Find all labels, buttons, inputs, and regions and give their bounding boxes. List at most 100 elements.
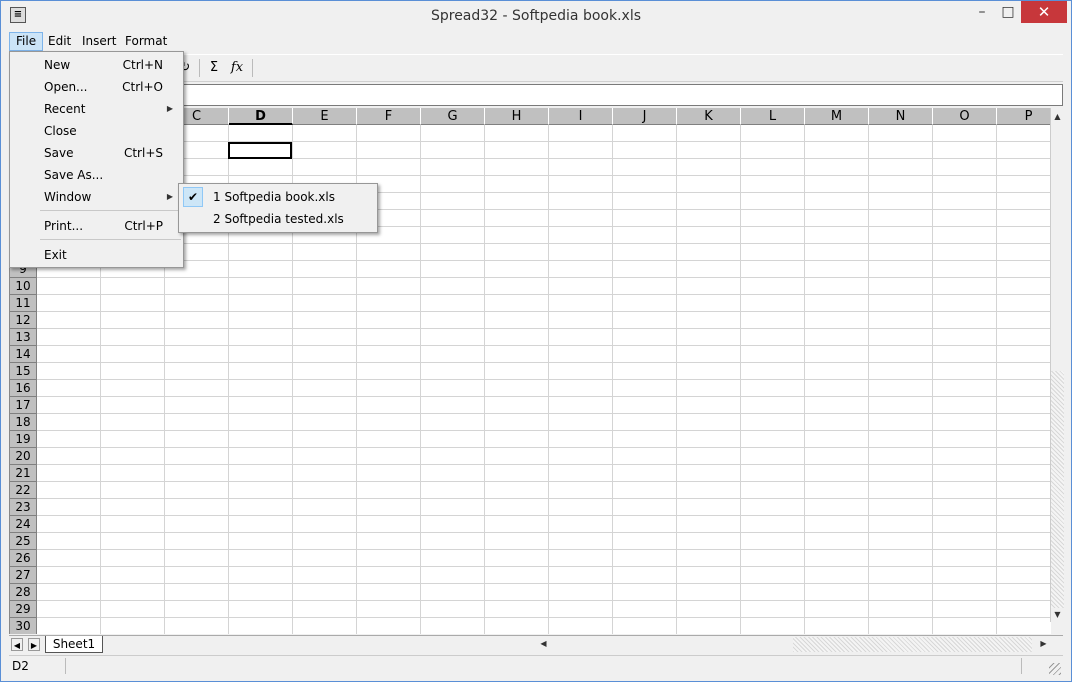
grid-row-line [37,566,1051,567]
menu-item-save-as[interactable]: Save As... [12,164,181,186]
tab-prev-icon[interactable]: ◀ [11,638,23,651]
column-header[interactable]: F [357,108,421,125]
close-button[interactable]: ✕ [1021,1,1067,23]
menu-item-recent[interactable]: Recent ▶ [12,98,181,120]
row-header[interactable]: 30 [10,618,37,634]
grid-row-line [37,379,1051,380]
column-header[interactable]: M [805,108,869,125]
resize-grip-icon[interactable] [1049,663,1061,675]
row-header[interactable]: 14 [10,346,37,363]
column-header[interactable]: E [293,108,357,125]
grid-row-line [37,328,1051,329]
menu-insert[interactable]: Insert [76,32,122,51]
menu-separator [40,210,181,211]
maximize-button[interactable]: □ [995,1,1021,23]
row-header[interactable]: 13 [10,329,37,346]
scroll-down-icon[interactable]: ▼ [1051,608,1064,622]
grid-row-line [37,430,1051,431]
row-header[interactable]: 21 [10,465,37,482]
status-divider [1021,658,1022,674]
menu-item-label: Window [44,190,92,204]
menu-file[interactable]: File [9,32,44,51]
sheet-tab[interactable]: Sheet1 [45,636,103,653]
grid-row-line [37,532,1051,533]
horizontal-scroll-thumb[interactable] [793,637,1032,652]
grid-row-line [37,141,1051,142]
menu-edit[interactable]: Edit [42,32,77,51]
row-header[interactable]: 16 [10,380,37,397]
column-header[interactable]: D [229,108,293,125]
grid-row-line [37,481,1051,482]
grid-row-line [37,464,1051,465]
column-header[interactable]: L [741,108,805,125]
menu-item-label: Save As... [44,168,104,182]
menu-format[interactable]: Format [119,32,173,51]
menu-item-window[interactable]: Window ▶ [12,186,181,208]
active-cell[interactable] [228,142,292,159]
scroll-left-icon[interactable]: ◀ [537,637,550,651]
sum-button[interactable]: Σ [204,58,224,78]
row-header[interactable]: 22 [10,482,37,499]
row-header[interactable]: 10 [10,278,37,295]
horizontal-scrollbar[interactable]: ◀ ▶ [537,637,1052,652]
column-header[interactable]: N [869,108,933,125]
menu-item-shortcut: Ctrl+O [122,80,163,94]
window-item-softpedia-tested[interactable]: 2 Softpedia tested.xls [181,208,375,230]
menu-item-label: Print... [44,219,84,233]
grid-row-line [37,243,1051,244]
function-button[interactable]: fx [227,58,247,78]
row-header[interactable]: 20 [10,448,37,465]
menu-item-label: Save [44,146,74,160]
row-header[interactable]: 29 [10,601,37,618]
menu-item-open[interactable]: Open... Ctrl+O [12,76,181,98]
column-header[interactable]: J [613,108,677,125]
vertical-scroll-thumb[interactable] [1051,371,1064,609]
column-header[interactable]: K [677,108,741,125]
column-header[interactable]: G [421,108,485,125]
tab-next-icon[interactable]: ▶ [28,638,40,651]
submenu-arrow-icon: ▶ [166,104,173,113]
window-title: Spread32 - Softpedia book.xls [430,8,642,24]
menu-item-exit[interactable]: Exit [12,244,181,266]
column-header[interactable]: I [549,108,613,125]
row-header[interactable]: 23 [10,499,37,516]
row-header[interactable]: 24 [10,516,37,533]
window-item-label: 1 Softpedia book.xls [213,190,335,204]
row-header[interactable]: 11 [10,295,37,312]
grid-row-line [37,515,1051,516]
row-header[interactable]: 26 [10,550,37,567]
grid-row-line [37,277,1051,278]
row-header[interactable]: 19 [10,431,37,448]
grid-row-line [37,413,1051,414]
row-header[interactable]: 15 [10,363,37,380]
scroll-right-icon[interactable]: ▶ [1037,637,1050,651]
minimize-button[interactable]: – [969,1,995,23]
file-menu-dropdown: New Ctrl+N Open... Ctrl+O Recent ▶ Close… [9,51,184,268]
menu-item-label: Close [44,124,77,138]
row-header[interactable]: 28 [10,584,37,601]
window-item-softpedia-book[interactable]: ✔ 1 Softpedia book.xls [181,186,375,208]
grid-row-line [37,158,1051,159]
row-header[interactable]: 12 [10,312,37,329]
row-header[interactable]: 18 [10,414,37,431]
column-header[interactable]: O [933,108,997,125]
row-header[interactable]: 27 [10,567,37,584]
grid-row-line [37,396,1051,397]
scroll-up-icon[interactable]: ▲ [1051,110,1064,124]
column-header[interactable]: H [485,108,549,125]
status-cell-ref: D2 [10,658,66,674]
check-icon: ✔ [183,187,203,207]
toolbar-separator [199,59,200,77]
row-header[interactable]: 25 [10,533,37,550]
grid-row-line [37,311,1051,312]
column-header[interactable]: P [997,108,1051,125]
menu-item-close[interactable]: Close [12,120,181,142]
row-header[interactable]: 17 [10,397,37,414]
vertical-scrollbar[interactable]: ▲ ▼ [1050,108,1064,622]
menu-item-new[interactable]: New Ctrl+N [12,54,181,76]
menu-item-print[interactable]: Print... Ctrl+P [12,215,181,237]
grid-row-line [37,549,1051,550]
grid-row-line [37,617,1051,618]
menu-item-save[interactable]: Save Ctrl+S [12,142,181,164]
grid-row-line [37,345,1051,346]
